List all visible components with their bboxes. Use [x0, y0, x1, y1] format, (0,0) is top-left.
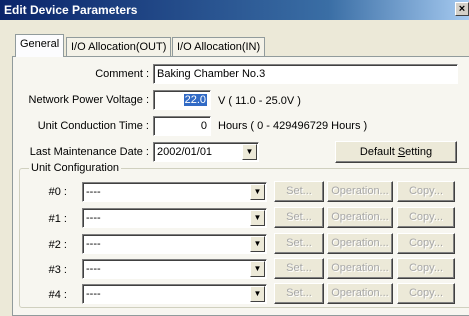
chevron-down-icon[interactable]: ▼	[250, 210, 265, 226]
last-maintenance-date-label: Last Maintenance Date :	[29, 146, 149, 158]
network-power-voltage-value: 22.0	[183, 94, 207, 106]
chevron-down-icon[interactable]: ▼	[250, 184, 265, 200]
set-button-1[interactable]: Set...	[274, 207, 324, 228]
set-button-2[interactable]: Set...	[274, 233, 324, 254]
copy-button-2[interactable]: Copy...	[397, 233, 455, 254]
chevron-down-icon[interactable]: ▼	[250, 286, 265, 302]
chevron-down-icon[interactable]: ▼	[250, 236, 265, 252]
tab-general[interactable]: General	[15, 34, 65, 57]
tab-io-allocation-in[interactable]: I/O Allocation(IN)	[172, 37, 266, 56]
set-button-4[interactable]: Set...	[274, 283, 324, 304]
copy-button-3[interactable]: Copy...	[397, 258, 455, 279]
chevron-down-icon[interactable]: ▼	[250, 261, 265, 277]
unit-select-4[interactable]: ---- ▼	[82, 284, 267, 304]
unit-conduction-time-field[interactable]: 0	[153, 116, 211, 136]
last-maintenance-date-value: 2002/01/01	[157, 146, 213, 158]
set-button-3[interactable]: Set...	[274, 258, 324, 279]
default-setting-button[interactable]: Default Setting	[335, 141, 457, 163]
copy-button-1[interactable]: Copy...	[397, 207, 455, 228]
comment-field[interactable]: Baking Chamber No.3	[153, 64, 458, 84]
chevron-down-icon[interactable]: ▼	[242, 144, 257, 160]
unit-configuration-title: Unit Configuration	[29, 162, 122, 174]
unit-select-1[interactable]: ---- ▼	[82, 208, 267, 228]
copy-button-0[interactable]: Copy...	[397, 181, 455, 202]
operation-button-2[interactable]: Operation...	[327, 233, 393, 254]
network-power-voltage-range: V ( 11.0 - 25.0V )	[218, 95, 301, 107]
operation-button-0[interactable]: Operation...	[327, 181, 393, 202]
network-power-voltage-label: Network Power Voltage :	[28, 94, 149, 106]
copy-button-4[interactable]: Copy...	[397, 283, 455, 304]
unit-select-0[interactable]: ---- ▼	[82, 182, 267, 202]
window-title: Edit Device Parameters	[4, 3, 138, 17]
unit-label-2: #2 :	[48, 239, 67, 251]
unit-label-3: #3 :	[48, 264, 67, 276]
unit-conduction-time-label: Unit Conduction Time :	[37, 120, 149, 132]
network-power-voltage-field[interactable]: 22.0	[153, 90, 211, 110]
title-bar: Edit Device Parameters ×	[0, 0, 469, 20]
comment-label: Comment :	[95, 68, 149, 80]
unit-label-1: #1 :	[48, 213, 67, 225]
unit-select-2[interactable]: ---- ▼	[82, 234, 267, 254]
unit-select-3[interactable]: ---- ▼	[82, 259, 267, 279]
unit-label-4: #4 :	[48, 289, 67, 301]
operation-button-3[interactable]: Operation...	[327, 258, 393, 279]
last-maintenance-date-picker[interactable]: 2002/01/01 ▼	[153, 142, 259, 162]
operation-button-1[interactable]: Operation...	[327, 207, 393, 228]
set-button-0[interactable]: Set...	[274, 181, 324, 202]
tab-io-allocation-out[interactable]: I/O Allocation(OUT)	[66, 37, 172, 56]
operation-button-4[interactable]: Operation...	[327, 283, 393, 304]
close-button[interactable]: ×	[455, 2, 469, 16]
unit-label-0: #0 :	[48, 186, 67, 198]
unit-conduction-time-range: Hours ( 0 - 429496729 Hours )	[218, 120, 368, 132]
